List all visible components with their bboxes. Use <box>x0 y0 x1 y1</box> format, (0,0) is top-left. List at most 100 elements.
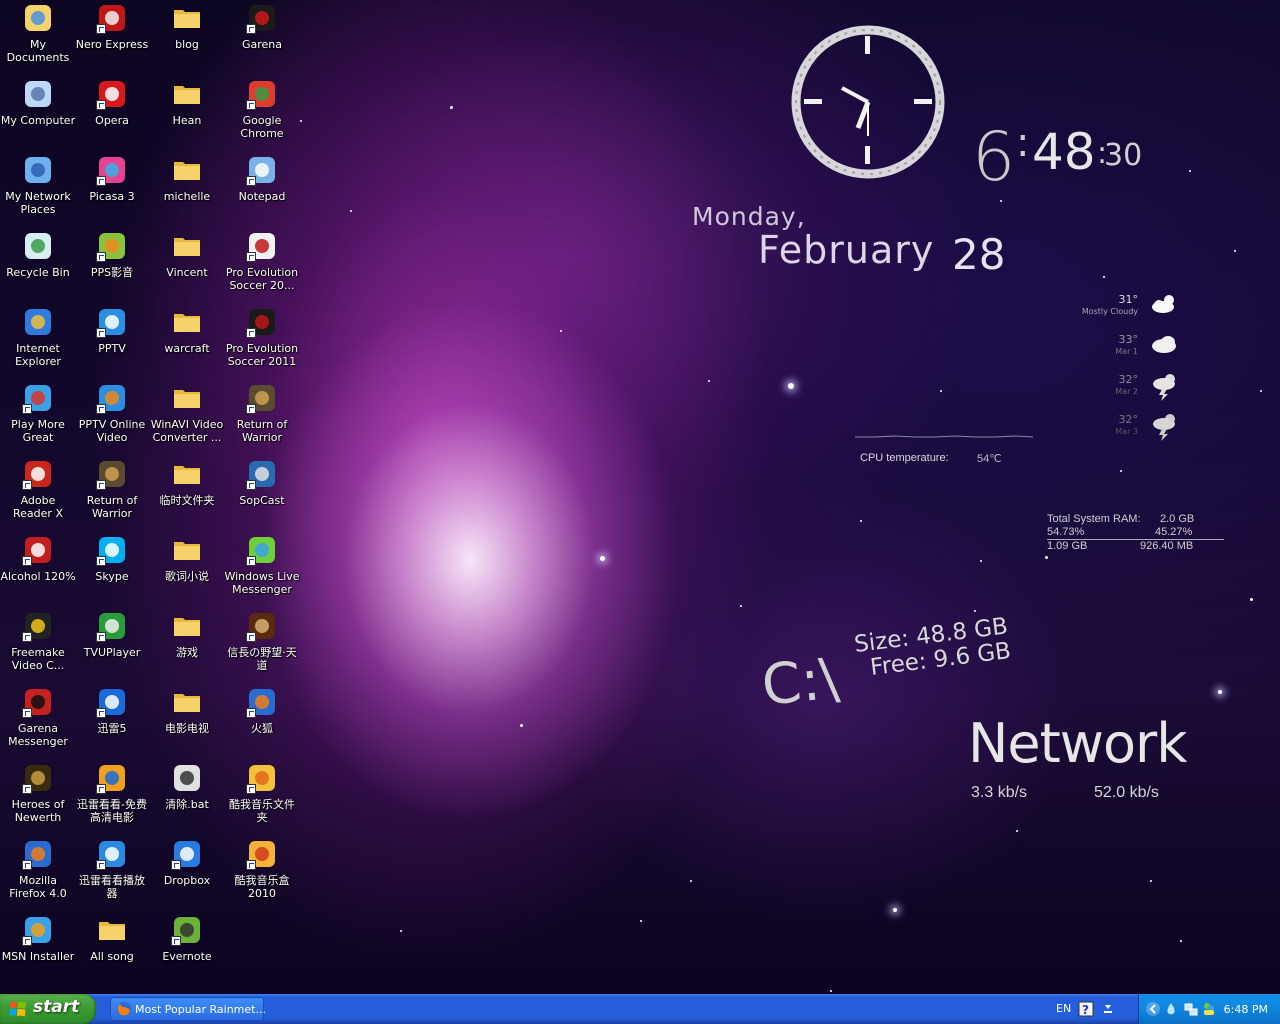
desktop-icon[interactable]: Google Chrome <box>224 76 300 150</box>
desktop-icon[interactable]: 电影电视 <box>149 684 225 758</box>
desktop-icon[interactable]: Play More Great Games! <box>0 380 76 454</box>
desktop-icon[interactable]: WinAVI Video Converter ... <box>149 380 225 454</box>
shortcut-arrow-icon <box>22 480 32 490</box>
desktop-icon[interactable]: Adobe Reader X <box>0 456 76 530</box>
desktop-icon[interactable]: Alcohol 120% <box>0 532 76 606</box>
desktop-icon[interactable]: Return of Warrior <box>74 456 150 530</box>
shortcut-arrow-icon <box>22 632 32 642</box>
desktop-icon-label: Evernote <box>162 950 212 963</box>
star <box>1180 940 1182 942</box>
desktop-icon[interactable]: Pro Evolution Soccer 20... <box>224 228 300 302</box>
desktop-icon[interactable]: Hean <box>149 76 225 150</box>
language-indicator[interactable]: EN <box>1056 1002 1071 1015</box>
desktop-icon-label: Vincent <box>166 266 208 279</box>
desktop-icon[interactable]: Skype <box>74 532 150 606</box>
help-icon[interactable]: ? <box>1078 1001 1094 1017</box>
desktop-icon[interactable]: 迅雷看看播放器 <box>74 836 150 910</box>
shortcut-arrow-icon <box>96 252 106 262</box>
desktop-icon[interactable]: SopCast <box>224 456 300 530</box>
desktop-icon[interactable]: PPTV Online Video <box>74 380 150 454</box>
desktop-icon[interactable]: Evernote <box>149 912 225 986</box>
desktop-icon[interactable]: Pro Evolution Soccer 2011 <box>224 304 300 378</box>
weather-current-temp: 31° <box>1118 293 1139 306</box>
desktop-icon[interactable]: Vincent <box>149 228 225 302</box>
desktop-icon[interactable]: 火狐 <box>224 684 300 758</box>
desktop-icon[interactable]: 迅雷5 <box>74 684 150 758</box>
desktop-icon[interactable]: Notepad <box>224 152 300 226</box>
desktop-icon[interactable]: My Computer <box>0 76 76 150</box>
desktop-icon[interactable]: Internet Explorer <box>0 304 76 378</box>
desktop-icon-label: WinAVI Video Converter ... <box>150 418 224 444</box>
taskbar-window-button[interactable]: Most Popular Rainmet... <box>110 997 266 1021</box>
desktop-icon[interactable]: michelle <box>149 152 225 226</box>
desktop-icon[interactable]: Garena Messenger <box>0 684 76 758</box>
desktop-icon[interactable]: TVUPlayer <box>74 608 150 682</box>
desktop-icon-label: Garena Messenger <box>8 722 68 748</box>
shortcut-arrow-icon <box>96 24 106 34</box>
ram-used: 1.09 GB <box>1047 540 1088 552</box>
desktop-icon[interactable]: Picasa 3 <box>74 152 150 226</box>
network-tray-icon[interactable] <box>1183 1001 1199 1017</box>
desktop-icon[interactable]: My Network Places <box>0 152 76 226</box>
shortcut-arrow-icon <box>246 252 256 262</box>
desktop-icon[interactable]: Freemake Video C... <box>0 608 76 682</box>
star <box>974 610 976 612</box>
star <box>600 556 605 561</box>
ram-meter: Total System RAM: 2.0 GB 54.73% 45.27% 1… <box>1047 513 1224 553</box>
tray-clock[interactable]: 6:48 PM <box>1224 1003 1268 1016</box>
desktop-icon[interactable]: Dropbox <box>149 836 225 910</box>
messenger-tray-icon[interactable] <box>1201 1001 1217 1017</box>
start-label: start <box>33 997 80 1017</box>
desktop-icon-label: Hean <box>172 114 202 127</box>
weather-forecast-day-1: 33° Mar 1 <box>1030 333 1190 367</box>
desktop-icon[interactable]: Windows Live Messenger <box>224 532 300 606</box>
desktop-icon[interactable]: My Documents <box>0 0 76 74</box>
desktop-icon-label: Recycle Bin <box>6 266 70 279</box>
desktop-icon[interactable]: Heroes of Newerth <box>0 760 76 834</box>
star <box>1016 830 1018 832</box>
cpu-graph-line <box>855 425 1034 438</box>
weather-current: 31° Mostly Cloudy <box>1030 293 1190 327</box>
desktop-icon[interactable]: 信長の野望·天道 <box>224 608 300 682</box>
desktop-icon[interactable]: 酷我音乐文件夹 <box>224 760 300 834</box>
language-bar-options-icon[interactable] <box>1100 1001 1116 1017</box>
shortcut-arrow-icon <box>96 176 106 186</box>
desktop-icon[interactable]: Mozilla Firefox 4.0 Beta 11 <box>0 836 76 910</box>
desktop-icon-label: Pro Evolution Soccer 2011 <box>225 342 299 368</box>
tray-collapse-icon[interactable] <box>1145 1001 1161 1017</box>
desktop-icon[interactable]: PPS影音 <box>74 228 150 302</box>
desktop-icon[interactable]: Nero Express <box>74 0 150 74</box>
shortcut-arrow-icon <box>22 784 32 794</box>
desktop-icon-label: My Network Places <box>5 190 71 216</box>
desktop-icon[interactable]: MSN Installer <box>0 912 76 986</box>
desktop-icon[interactable]: Opera <box>74 76 150 150</box>
cpu-temp-value: 54℃ <box>977 453 1002 465</box>
desktop-icon-label: TVUPlayer <box>83 646 141 659</box>
desktop-icon[interactable]: 清除.bat <box>149 760 225 834</box>
water-drop-icon[interactable] <box>1163 1001 1179 1017</box>
desktop-icon[interactable]: PPTV <box>74 304 150 378</box>
thunderstorm-icon <box>1150 411 1180 441</box>
star <box>300 120 302 122</box>
desktop-icon[interactable]: 临时文件夹 <box>149 456 225 530</box>
desktop-icon[interactable]: blog <box>149 0 225 74</box>
star <box>980 560 982 562</box>
desktop-icon[interactable]: All song <box>74 912 150 986</box>
desktop-icon[interactable]: 游戏 <box>149 608 225 682</box>
desktop-icon[interactable]: warcraft <box>149 304 225 378</box>
desktop-icon-label: michelle <box>163 190 211 203</box>
star <box>893 908 897 912</box>
date-month: February <box>758 228 935 272</box>
clock-colon: : <box>1016 120 1030 166</box>
desktop-icon-label: Play More Great Games! <box>11 418 65 445</box>
desktop-icon[interactable]: 酷我音乐盒2010 <box>224 836 300 910</box>
start-button[interactable]: start <box>0 994 96 1024</box>
shortcut-arrow-icon <box>246 556 256 566</box>
desktop-icon[interactable]: Garena <box>224 0 300 74</box>
shortcut-arrow-icon <box>96 784 106 794</box>
desktop-icon[interactable]: 迅雷看看-免费高清电影 <box>74 760 150 834</box>
desktop-icon[interactable]: Recycle Bin <box>0 228 76 302</box>
desktop-icon[interactable]: Return of Warrior <box>224 380 300 454</box>
desktop-icon[interactable]: 歌词小说 <box>149 532 225 606</box>
desktop-icon-label: 火狐 <box>251 722 273 735</box>
